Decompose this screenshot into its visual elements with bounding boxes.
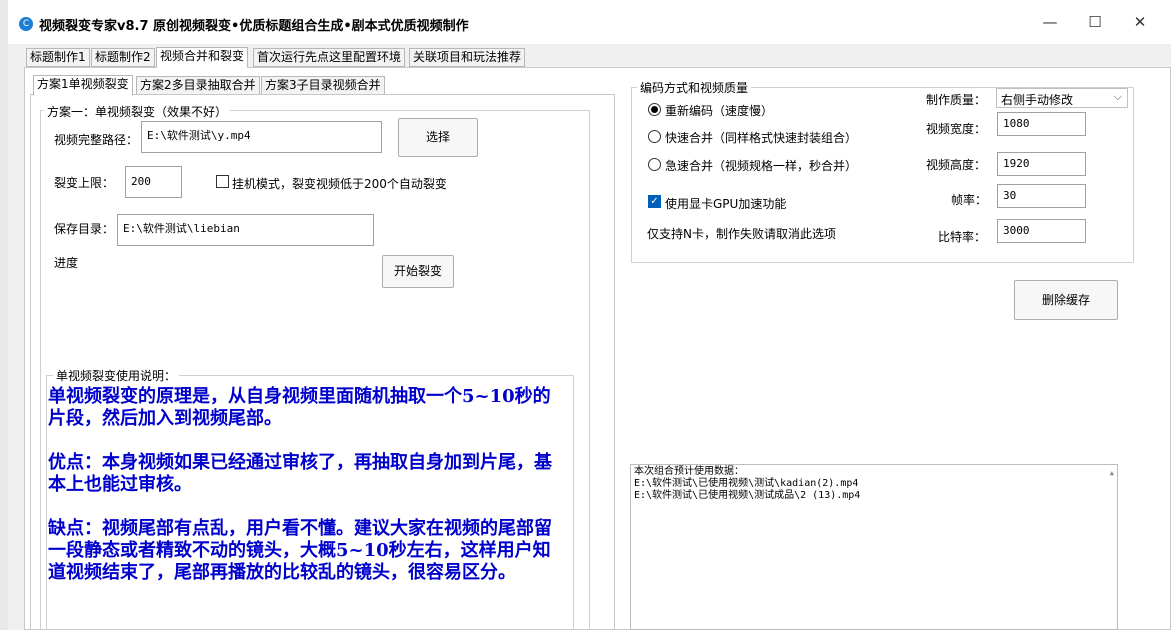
save-dir-input[interactable]: E:\软件测试\liebian	[117, 214, 374, 246]
close-button[interactable]: ✕	[1120, 8, 1160, 36]
bitrate-label: 比特率：	[938, 230, 987, 244]
app-icon: C	[19, 17, 33, 31]
radio-reencode-label: 重新编码（速度慢）	[665, 104, 774, 118]
instructions-title: 单视频裂变使用说明：	[53, 367, 180, 384]
gpu-checkbox[interactable]: ✓	[648, 195, 661, 208]
fps-label: 帧率：	[951, 193, 988, 207]
tab-title-make-1[interactable]: 标题制作1	[26, 48, 90, 67]
chevron-down-icon: ⌵	[1113, 90, 1122, 103]
gpu-label: 使用显卡GPU加速功能	[665, 197, 787, 211]
video-height-label: 视频高度：	[926, 158, 987, 172]
encoding-group-title: 编码方式和视频质量	[637, 79, 752, 96]
tab-related-projects[interactable]: 关联项目和玩法推荐	[409, 48, 526, 67]
select-button[interactable]: 选择	[398, 118, 478, 157]
limit-input[interactable]: 200	[125, 166, 182, 198]
save-dir-label: 保存目录：	[54, 222, 115, 236]
usage-log-textarea[interactable]: 本次组合预计使用数据： E:\软件测试\已使用视频\测试\kadian(2).m…	[630, 464, 1118, 630]
start-fission-button[interactable]: 开始裂变	[382, 255, 454, 288]
quality-label: 制作质量：	[926, 93, 987, 107]
nvidia-note: 仅支持N卡，制作失败请取消此选项	[647, 227, 836, 241]
tab-title-make-2[interactable]: 标题制作2	[91, 48, 155, 67]
hang-mode-checkbox[interactable]	[216, 175, 229, 188]
radio-urgent-merge[interactable]	[648, 158, 661, 171]
height-input[interactable]: 1920	[997, 152, 1086, 176]
radio-reencode[interactable]	[648, 103, 661, 116]
instructions-text: 单视频裂变的原理是，从自身视频里面随机抽取一个5~10秒的片段，然后加入到视频尾…	[48, 386, 568, 606]
instructions-disadvantage: 缺点：视频尾部有点乱，用户看不懂。建议大家在视频的尾部留一段静态或者精致不动的镜…	[48, 518, 552, 583]
video-path-label: 视频完整路径：	[54, 133, 139, 147]
scroll-up-icon[interactable]: ▲	[1110, 467, 1114, 479]
hang-mode-label: 挂机模式，裂变视频低于200个自动裂变	[232, 177, 447, 191]
instructions-principle: 单视频裂变的原理是，从自身视频里面随机抽取一个5~10秒的片段，然后加入到视频尾…	[48, 386, 551, 429]
maximize-button[interactable]: ☐	[1075, 8, 1115, 36]
quality-select[interactable]: 右侧手动修改 ⌵	[996, 88, 1128, 108]
window-title: 视频裂变专家v8.7 原创视频裂变•优质标题组合生成•剧本式优质视频制作	[39, 19, 469, 34]
width-input[interactable]: 1080	[997, 112, 1086, 136]
background-window-edge	[0, 0, 8, 630]
tab-config-env[interactable]: 首次运行先点这里配置环境	[253, 48, 406, 67]
radio-fast-merge-label: 快速合并（同样格式快速封装组合）	[665, 131, 858, 145]
bitrate-input[interactable]: 3000	[997, 219, 1086, 243]
log-line: E:\软件测试\已使用视频\测试\kadian(2).mp4	[634, 478, 859, 489]
subtab-multi-dir[interactable]: 方案2多目录抽取合并	[136, 76, 260, 95]
clear-cache-button[interactable]: 删除缓存	[1014, 280, 1118, 320]
tab-video-merge[interactable]: 视频合并和裂变	[156, 47, 249, 68]
radio-fast-merge[interactable]	[648, 130, 661, 143]
width-label: 视频宽度：	[926, 122, 987, 136]
minimize-button[interactable]: —	[1030, 8, 1070, 36]
scheme1-group-title: 方案一：单视频裂变（效果不好）	[44, 103, 231, 120]
log-line: 本次组合预计使用数据：	[634, 466, 744, 477]
radio-urgent-merge-label: 急速合并（视频规格一样，秒合并）	[665, 159, 858, 173]
instructions-advantage: 优点：本身视频如果已经通过审核了，再抽取自身加到片尾，基本上也能过审核。	[48, 452, 552, 495]
video-path-input[interactable]: E:\软件测试\y.mp4	[141, 121, 382, 153]
fps-input[interactable]: 30	[997, 184, 1086, 208]
limit-label: 裂变上限：	[54, 176, 115, 190]
subtab-subdir-merge[interactable]: 方案3子目录视频合并	[261, 76, 385, 95]
progress-label: 进度	[54, 256, 79, 270]
log-line: E:\软件测试\已使用视频\测试成品\2 (13).mp4	[634, 490, 861, 501]
subtab-single-video[interactable]: 方案1单视频裂变	[33, 75, 133, 96]
quality-select-value: 右侧手动修改	[1001, 93, 1074, 107]
